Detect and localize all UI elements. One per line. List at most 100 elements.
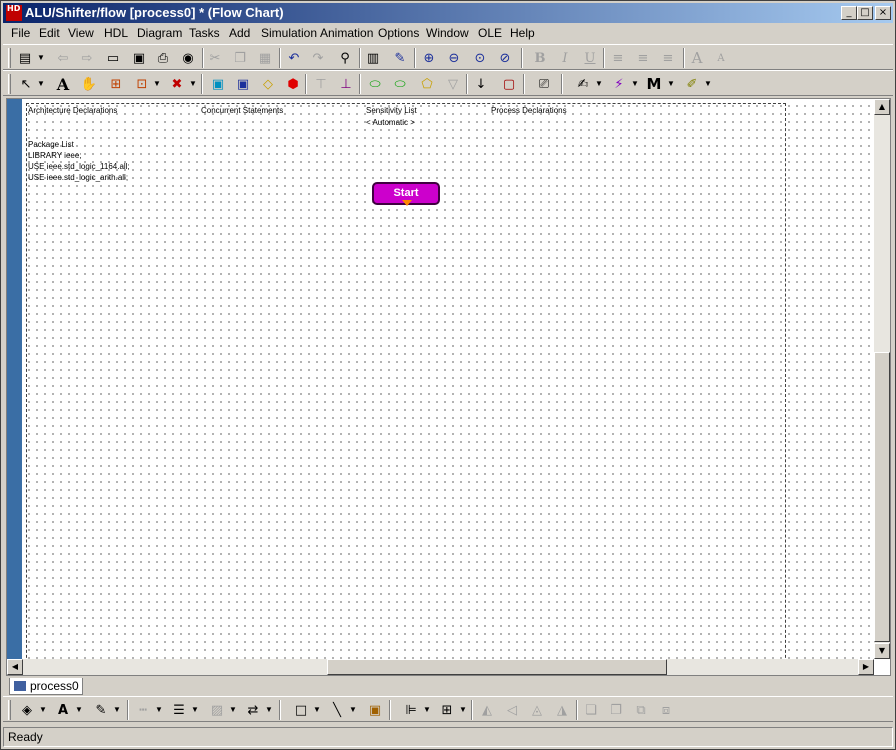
package-line[interactable]: LIBRARY ieee; bbox=[28, 151, 82, 160]
generate-icon[interactable]: ✍ bbox=[573, 74, 593, 94]
hierarchical-action-icon[interactable]: ▣ bbox=[233, 74, 253, 94]
browse-web-icon[interactable]: ◉ bbox=[178, 48, 198, 68]
rotate-right-icon[interactable]: ◮ bbox=[552, 700, 572, 720]
align-icon[interactable]: ⊫ bbox=[401, 700, 421, 720]
menu-help[interactable]: Help bbox=[510, 26, 535, 40]
add-signal-icon[interactable]: ⊞ bbox=[106, 74, 126, 94]
line-color-dropdown[interactable]: ▼ bbox=[113, 700, 121, 720]
bold-icon[interactable]: B bbox=[530, 48, 550, 68]
modelsim-icon[interactable]: M bbox=[644, 74, 664, 94]
toolbar-grip[interactable] bbox=[8, 74, 11, 94]
generate-dropdown[interactable]: ▼ bbox=[595, 74, 603, 94]
case-icon[interactable]: ⬠ bbox=[417, 74, 437, 94]
flow-arrow-icon[interactable]: ↓ bbox=[471, 74, 491, 94]
forward-icon[interactable]: ⇨ bbox=[77, 48, 97, 68]
simulate-icon[interactable]: ⚡ bbox=[609, 74, 629, 94]
toolbar-grip[interactable] bbox=[8, 700, 11, 720]
send-back-icon[interactable]: ❐ bbox=[606, 700, 626, 720]
align-dropdown[interactable]: ▼ bbox=[423, 700, 431, 720]
menu-file[interactable]: File bbox=[11, 26, 30, 40]
group-icon[interactable]: ⧉ bbox=[631, 700, 651, 720]
delete-dropdown[interactable]: ▼ bbox=[189, 74, 197, 94]
component-dropdown[interactable]: ▼ bbox=[153, 74, 161, 94]
line-width-dropdown[interactable]: ▼ bbox=[191, 700, 199, 720]
copy-icon[interactable]: ❐ bbox=[230, 48, 250, 68]
find-icon[interactable]: ⚲ bbox=[335, 48, 355, 68]
cut-icon[interactable]: ✂ bbox=[205, 48, 225, 68]
scroll-left-icon[interactable]: ◀ bbox=[7, 659, 23, 675]
process-declarations-label[interactable]: Process Declarations bbox=[491, 106, 567, 115]
rectangle-icon[interactable]: □ bbox=[291, 700, 311, 720]
horizontal-scroll-thumb[interactable] bbox=[327, 659, 667, 675]
text-color-icon[interactable]: A bbox=[53, 700, 73, 720]
print-icon[interactable]: ⎙ bbox=[153, 48, 173, 68]
menu-ole[interactable]: OLE bbox=[478, 26, 502, 40]
end-loop-icon[interactable]: ⊥ bbox=[336, 74, 356, 94]
properties-icon[interactable]: ▥ bbox=[363, 48, 383, 68]
line-style-icon[interactable]: ┅ bbox=[133, 700, 153, 720]
end-case-icon[interactable]: ▽ bbox=[443, 74, 463, 94]
package-line[interactable]: USE ieee.std_logic_1164.all; bbox=[28, 162, 130, 171]
fill-color-icon[interactable]: ◈ bbox=[17, 700, 37, 720]
arrowheads-dropdown[interactable]: ▼ bbox=[265, 700, 273, 720]
maximize-button[interactable]: □ bbox=[857, 6, 873, 20]
toolbar-grip[interactable] bbox=[8, 48, 11, 68]
underline-icon[interactable]: U bbox=[580, 48, 600, 68]
package-line[interactable]: USE ieee.std_logic_arith.all; bbox=[28, 173, 128, 182]
pan-hand-icon[interactable]: ✋ bbox=[79, 74, 99, 94]
line-dropdown[interactable]: ▼ bbox=[349, 700, 357, 720]
vertical-scrollbar[interactable]: ▲ ▼ bbox=[874, 99, 890, 659]
menu-options[interactable]: Options bbox=[378, 26, 419, 40]
delete-component-icon[interactable]: ✖ bbox=[167, 74, 187, 94]
package-list-title[interactable]: Package List bbox=[28, 140, 74, 149]
line-style-dropdown[interactable]: ▼ bbox=[155, 700, 163, 720]
pattern-dropdown[interactable]: ▼ bbox=[229, 700, 237, 720]
wait-icon[interactable]: ⬭ bbox=[365, 74, 385, 94]
flip-horizontal-icon[interactable]: ◭ bbox=[477, 700, 497, 720]
vertical-scroll-thumb[interactable] bbox=[874, 352, 890, 642]
text-tool-icon[interactable]: A bbox=[53, 74, 73, 94]
save-icon[interactable]: ▣ bbox=[129, 48, 149, 68]
font-larger-icon[interactable]: A bbox=[687, 48, 707, 68]
font-smaller-icon[interactable]: A bbox=[711, 48, 731, 68]
distribute-dropdown[interactable]: ▼ bbox=[459, 700, 467, 720]
simulate-dropdown[interactable]: ▼ bbox=[631, 74, 639, 94]
zoom-in-icon[interactable]: ⊕ bbox=[419, 48, 439, 68]
image-icon[interactable]: ▣ bbox=[365, 700, 385, 720]
title-bar[interactable]: HD ALU/Shifter/flow [process0] * (Flow C… bbox=[3, 3, 893, 23]
horizontal-scrollbar[interactable]: ◀ ▶ bbox=[7, 659, 874, 675]
line-color-icon[interactable]: ✎ bbox=[91, 700, 111, 720]
new-dropdown[interactable]: ▼ bbox=[37, 48, 45, 68]
redo-icon[interactable]: ↷ bbox=[308, 48, 328, 68]
view-hdl-icon[interactable]: ⎚ bbox=[534, 74, 554, 94]
action-box-icon[interactable]: ▣ bbox=[208, 74, 228, 94]
add-component-icon[interactable]: ⊡ bbox=[132, 74, 152, 94]
scroll-up-icon[interactable]: ▲ bbox=[874, 99, 890, 115]
zoom-out-icon[interactable]: ⊖ bbox=[444, 48, 464, 68]
menu-view[interactable]: View bbox=[68, 26, 94, 40]
checkin-dropdown[interactable]: ▼ bbox=[704, 74, 712, 94]
edit-link-icon[interactable]: ✎ bbox=[390, 48, 410, 68]
start-output-port-icon[interactable] bbox=[402, 200, 412, 206]
rotate-left-icon[interactable]: ◬ bbox=[527, 700, 547, 720]
new-icon[interactable]: ▤ bbox=[15, 48, 35, 68]
flow-chart-canvas[interactable]: Architecture Declarations Concurrent Sta… bbox=[22, 99, 874, 659]
menu-hdl[interactable]: HDL bbox=[104, 26, 128, 40]
tab-process0[interactable]: process0 bbox=[9, 678, 83, 695]
zoom-selection-icon[interactable]: ⊘ bbox=[495, 48, 515, 68]
bring-front-icon[interactable]: ❏ bbox=[581, 700, 601, 720]
rectangle-dropdown[interactable]: ▼ bbox=[313, 700, 321, 720]
pattern-icon[interactable]: ▨ bbox=[207, 700, 227, 720]
distribute-icon[interactable]: ⊞ bbox=[437, 700, 457, 720]
menu-animation[interactable]: Animation bbox=[320, 26, 373, 40]
align-left-icon[interactable]: ≡ bbox=[608, 48, 628, 68]
open-folder-icon[interactable]: ▭ bbox=[103, 48, 123, 68]
embedded-block-icon[interactable]: ▢ bbox=[499, 74, 519, 94]
line-icon[interactable]: ╲ bbox=[327, 700, 347, 720]
zoom-fit-icon[interactable]: ⊙ bbox=[470, 48, 490, 68]
architecture-declarations-label[interactable]: Architecture Declarations bbox=[28, 106, 117, 115]
menu-add[interactable]: Add bbox=[229, 26, 250, 40]
menu-simulation[interactable]: Simulation bbox=[261, 26, 317, 40]
align-right-icon[interactable]: ≡ bbox=[658, 48, 678, 68]
arrowheads-icon[interactable]: ⇄ bbox=[243, 700, 263, 720]
